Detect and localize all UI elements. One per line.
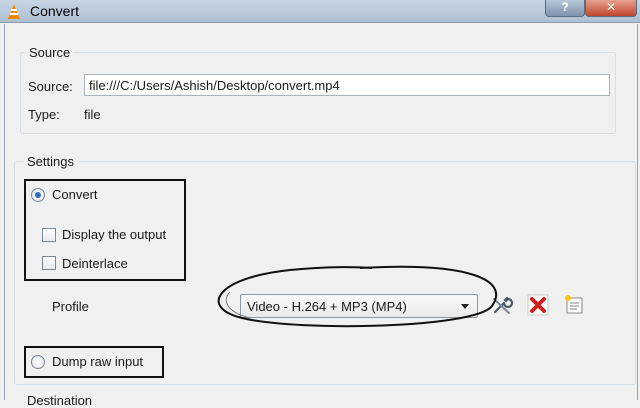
convert-label[interactable]: Convert: [52, 187, 98, 202]
wrench-icon[interactable]: [490, 293, 514, 317]
dump-raw-label[interactable]: Dump raw input: [52, 354, 143, 369]
chevron-down-icon: [461, 304, 469, 309]
convert-radio[interactable]: [31, 188, 45, 202]
display-output-label[interactable]: Display the output: [62, 227, 166, 242]
source-group-label: Source: [26, 45, 74, 60]
source-field[interactable]: file:///C:/Users/Ashish/Desktop/convert.…: [84, 74, 610, 96]
display-output-checkbox[interactable]: [42, 228, 56, 242]
delete-icon[interactable]: [526, 293, 550, 317]
destination-group-label: Destination: [24, 393, 96, 408]
profile-value: Video - H.264 + MP3 (MP4): [247, 299, 407, 314]
close-button[interactable]: ✕: [585, 0, 637, 17]
type-value: file: [84, 107, 101, 122]
profile-dropdown[interactable]: Video - H.264 + MP3 (MP4): [240, 294, 478, 318]
deinterlace-checkbox[interactable]: [42, 256, 56, 270]
deinterlace-label[interactable]: Deinterlace: [62, 256, 128, 271]
window-title: Convert: [30, 3, 80, 19]
type-label: Type:: [28, 107, 60, 122]
dump-raw-radio[interactable]: [31, 355, 45, 369]
new-profile-icon[interactable]: [562, 293, 586, 317]
profile-label: Profile: [52, 299, 89, 314]
vlc-cone-icon: [8, 4, 20, 19]
settings-group-label: Settings: [24, 154, 77, 169]
source-label: Source:: [28, 79, 73, 94]
help-button[interactable]: ?: [545, 0, 585, 17]
title-bar: Convert ? ✕: [0, 0, 640, 23]
